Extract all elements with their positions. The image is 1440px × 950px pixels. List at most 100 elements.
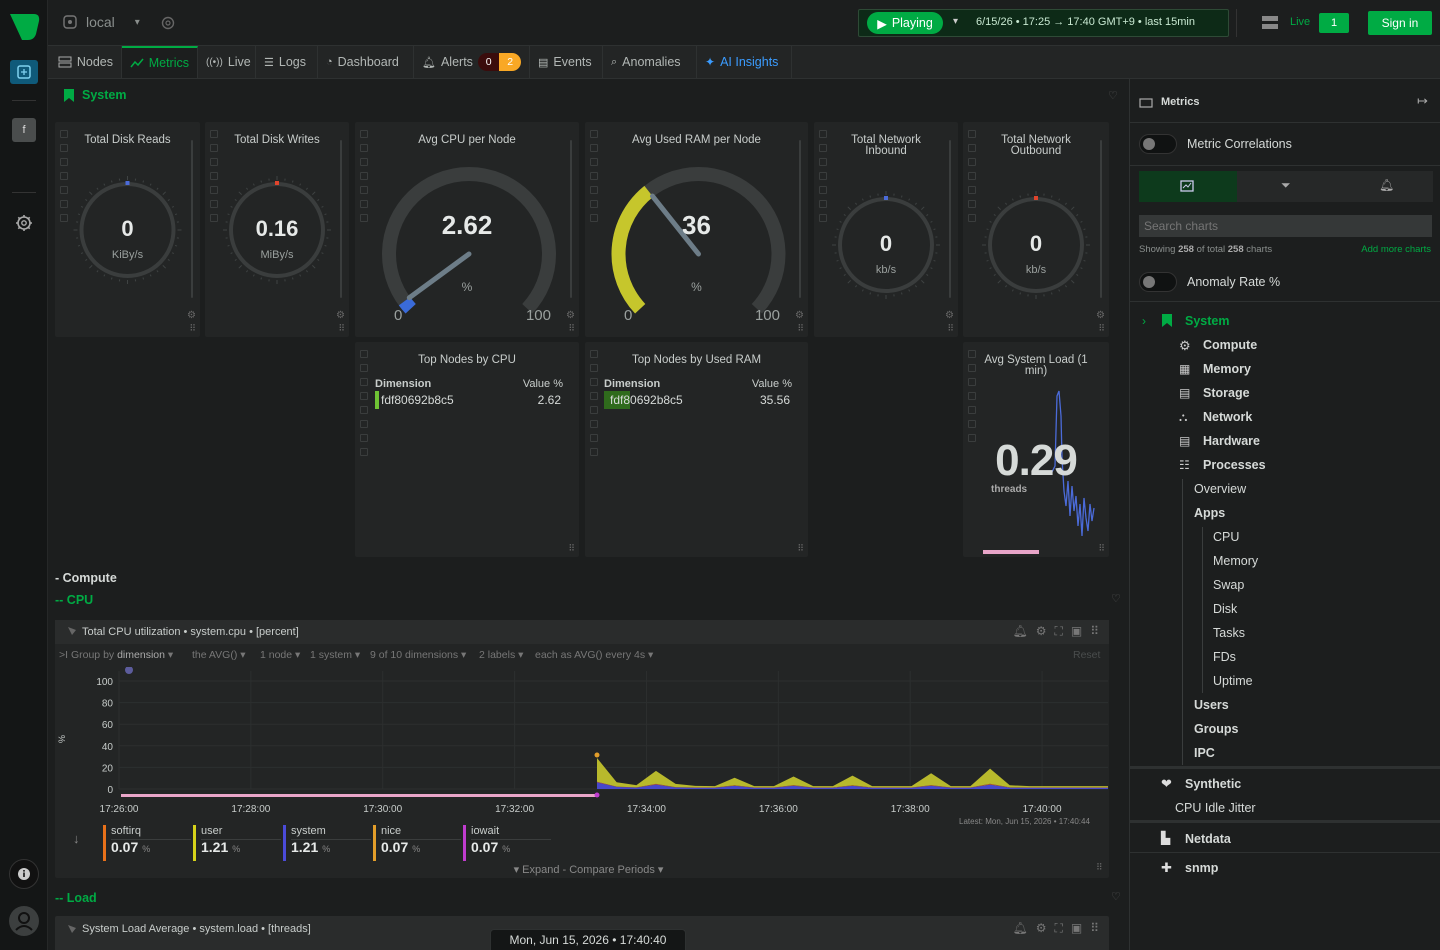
legend-item-softirq[interactable]: softirq 0.07%	[103, 825, 191, 861]
resize-handle-icon[interactable]: ⠿	[189, 323, 196, 334]
tree-item-snmp[interactable]: snmp	[1185, 861, 1218, 875]
settings-icon[interactable]: ⚙︎	[336, 310, 345, 321]
expand-compare-button[interactable]: ▾ Expand - Compare Periods ▾	[48, 863, 1129, 876]
playing-button[interactable]: ▶ Playing	[867, 12, 943, 34]
legend-item-system[interactable]: system 1.21%	[283, 825, 371, 861]
sign-in-button[interactable]: Sign in	[1368, 11, 1432, 35]
critical-alerts-badge[interactable]: 0	[477, 53, 500, 71]
nodes-status-icon[interactable]	[1261, 14, 1279, 32]
tab-anomalies[interactable]: ⌕ Anomalies	[603, 46, 697, 78]
tree-item-apps-disk[interactable]: Disk	[1213, 602, 1237, 616]
resize-handle-icon[interactable]: ⠿	[568, 323, 575, 334]
space-settings-icon[interactable]	[160, 15, 176, 31]
resize-handle-icon[interactable]: ⠿	[1096, 862, 1103, 873]
arrow-down-icon[interactable]: ↓	[73, 831, 80, 846]
tree-item-compute[interactable]: Compute	[1203, 338, 1257, 352]
tab-logs[interactable]: ☰ Logs	[256, 46, 318, 78]
search-charts-input[interactable]	[1139, 215, 1432, 237]
settings-icon[interactable]: ⚙︎	[566, 310, 575, 321]
tab-charts-filter[interactable]	[1139, 171, 1237, 202]
tree-item-memory[interactable]: Memory	[1203, 362, 1251, 376]
legend-item-iowait[interactable]: iowait 0.07%	[463, 825, 551, 861]
save-icon[interactable]: ▣	[1071, 624, 1082, 639]
anomaly-rate-toggle[interactable]	[1139, 272, 1177, 292]
info-icon[interactable]	[9, 859, 39, 889]
metric-correlations-toggle[interactable]	[1139, 134, 1177, 154]
tree-item-storage[interactable]: Storage	[1203, 386, 1250, 400]
resize-handle-icon[interactable]: ⠿	[1098, 543, 1105, 554]
tab-metrics[interactable]: Metrics	[122, 46, 198, 78]
space-selector[interactable]: local ▾	[62, 14, 140, 30]
tree-item-apps-tasks[interactable]: Tasks	[1213, 626, 1245, 640]
settings-icon[interactable]: ⚙︎	[1096, 310, 1105, 321]
alert-bell-icon[interactable]: 🔔︎	[1012, 624, 1027, 639]
cpu-area-chart[interactable]: 17:26:00 17:28:00 17:30:00 17:32:00 17:34:00…	[55, 667, 1109, 827]
add-more-charts-link[interactable]: Add more charts	[1361, 244, 1431, 255]
alert-bell-icon[interactable]: 🔔︎	[1012, 921, 1027, 936]
dimensions-filter[interactable]: 9 of 10 dimensions ▾	[370, 649, 466, 661]
resize-handle-icon[interactable]: ⠿	[797, 323, 804, 334]
time-aggregation-control[interactable]: each as AVG() every 4s ▾	[535, 649, 653, 661]
resize-handle-icon[interactable]: ⠿	[797, 543, 804, 554]
drag-handle-icon[interactable]: ⠿	[1090, 624, 1099, 639]
resize-handle-icon[interactable]: ⠿	[947, 323, 954, 334]
tab-filter[interactable]: ⏷	[1237, 171, 1335, 202]
heart-icon[interactable]: ♡	[1111, 890, 1121, 903]
settings-icon[interactable]: ⚙︎	[795, 310, 804, 321]
tree-item-hardware[interactable]: Hardware	[1203, 434, 1260, 448]
chart-settings-icon[interactable]: ⚙︎	[1036, 921, 1047, 936]
fullscreen-icon[interactable]: ⛶	[1054, 624, 1062, 639]
tree-item-synthetic[interactable]: Synthetic	[1185, 777, 1241, 791]
tab-nodes[interactable]: Nodes	[50, 46, 122, 78]
save-icon[interactable]: ▣	[1071, 921, 1082, 936]
spaces-icon[interactable]	[10, 60, 38, 84]
tree-item-system[interactable]: System	[1185, 314, 1229, 328]
legend-item-user[interactable]: user 1.21%	[193, 825, 281, 861]
space-avatar[interactable]: f	[12, 118, 36, 142]
nodes-filter[interactable]: 1 node ▾	[260, 649, 300, 661]
legend-item-nice[interactable]: nice 0.07%	[373, 825, 461, 861]
tree-item-apps-memory[interactable]: Memory	[1213, 554, 1258, 568]
settings-gear-icon[interactable]	[14, 213, 34, 233]
tab-dashboard[interactable]: ◔ Dashboard	[318, 46, 414, 78]
collapse-panel-icon[interactable]: ↦	[1417, 93, 1428, 109]
systems-filter[interactable]: 1 system ▾	[310, 649, 360, 661]
warning-alerts-badge[interactable]: 2	[499, 53, 521, 71]
tree-item-apps[interactable]: Apps	[1194, 506, 1225, 520]
heart-icon[interactable]: ♡	[1111, 592, 1121, 605]
labels-filter[interactable]: 2 labels ▾	[479, 649, 523, 661]
tab-events[interactable]: ▤ Events	[530, 46, 603, 78]
play-options-chevron-icon[interactable]: ▾	[953, 16, 958, 27]
reset-button[interactable]: Reset	[1073, 649, 1100, 661]
tree-item-apps-swap[interactable]: Swap	[1213, 578, 1244, 592]
chart-settings-icon[interactable]: ⚙︎	[1036, 624, 1047, 639]
tab-alerts[interactable]: 🔔︎ Alerts 02	[414, 46, 530, 78]
tree-item-groups[interactable]: Groups	[1194, 722, 1238, 736]
node-name[interactable]: fdf80692b8c5	[381, 393, 454, 407]
tab-alerts-filter[interactable]: 🔔︎	[1335, 171, 1433, 202]
tree-item-processes[interactable]: Processes	[1203, 458, 1266, 472]
netdata-logo[interactable]	[8, 12, 40, 42]
resize-handle-icon[interactable]: ⠿	[1098, 323, 1105, 334]
fullscreen-icon[interactable]: ⛶	[1054, 921, 1062, 936]
tab-ai-insights[interactable]: ✦ AI Insights	[697, 46, 792, 78]
tree-item-ipc[interactable]: IPC	[1194, 746, 1215, 760]
tree-item-netdata[interactable]: Netdata	[1185, 832, 1231, 846]
tree-item-apps-uptime[interactable]: Uptime	[1213, 674, 1253, 688]
chevron-right-icon[interactable]: ›	[1142, 314, 1146, 328]
node-name[interactable]: fdf80692b8c5	[610, 393, 683, 407]
tree-item-apps-fds[interactable]: FDs	[1213, 650, 1236, 664]
aggregation-control[interactable]: the AVG() ▾	[192, 649, 246, 661]
collapse-heart-icon[interactable]: ♡	[1108, 89, 1118, 102]
group-by-control[interactable]: >I Group by dimension ▾	[59, 649, 173, 661]
settings-icon[interactable]: ⚙︎	[187, 310, 196, 321]
tree-item-network[interactable]: Network	[1203, 410, 1252, 424]
tab-live[interactable]: ((•)) Live	[198, 46, 256, 78]
tree-item-users[interactable]: Users	[1194, 698, 1229, 712]
resize-handle-icon[interactable]: ⠿	[338, 323, 345, 334]
resize-handle-icon[interactable]: ⠿	[568, 543, 575, 554]
tree-item-apps-cpu[interactable]: CPU	[1213, 530, 1239, 544]
settings-icon[interactable]: ⚙︎	[945, 310, 954, 321]
drag-handle-icon[interactable]: ⠿	[1090, 921, 1099, 936]
time-range[interactable]: 6/15/26 • 17:25 → 17:40 GMT+9 • last 15m…	[976, 16, 1195, 28]
